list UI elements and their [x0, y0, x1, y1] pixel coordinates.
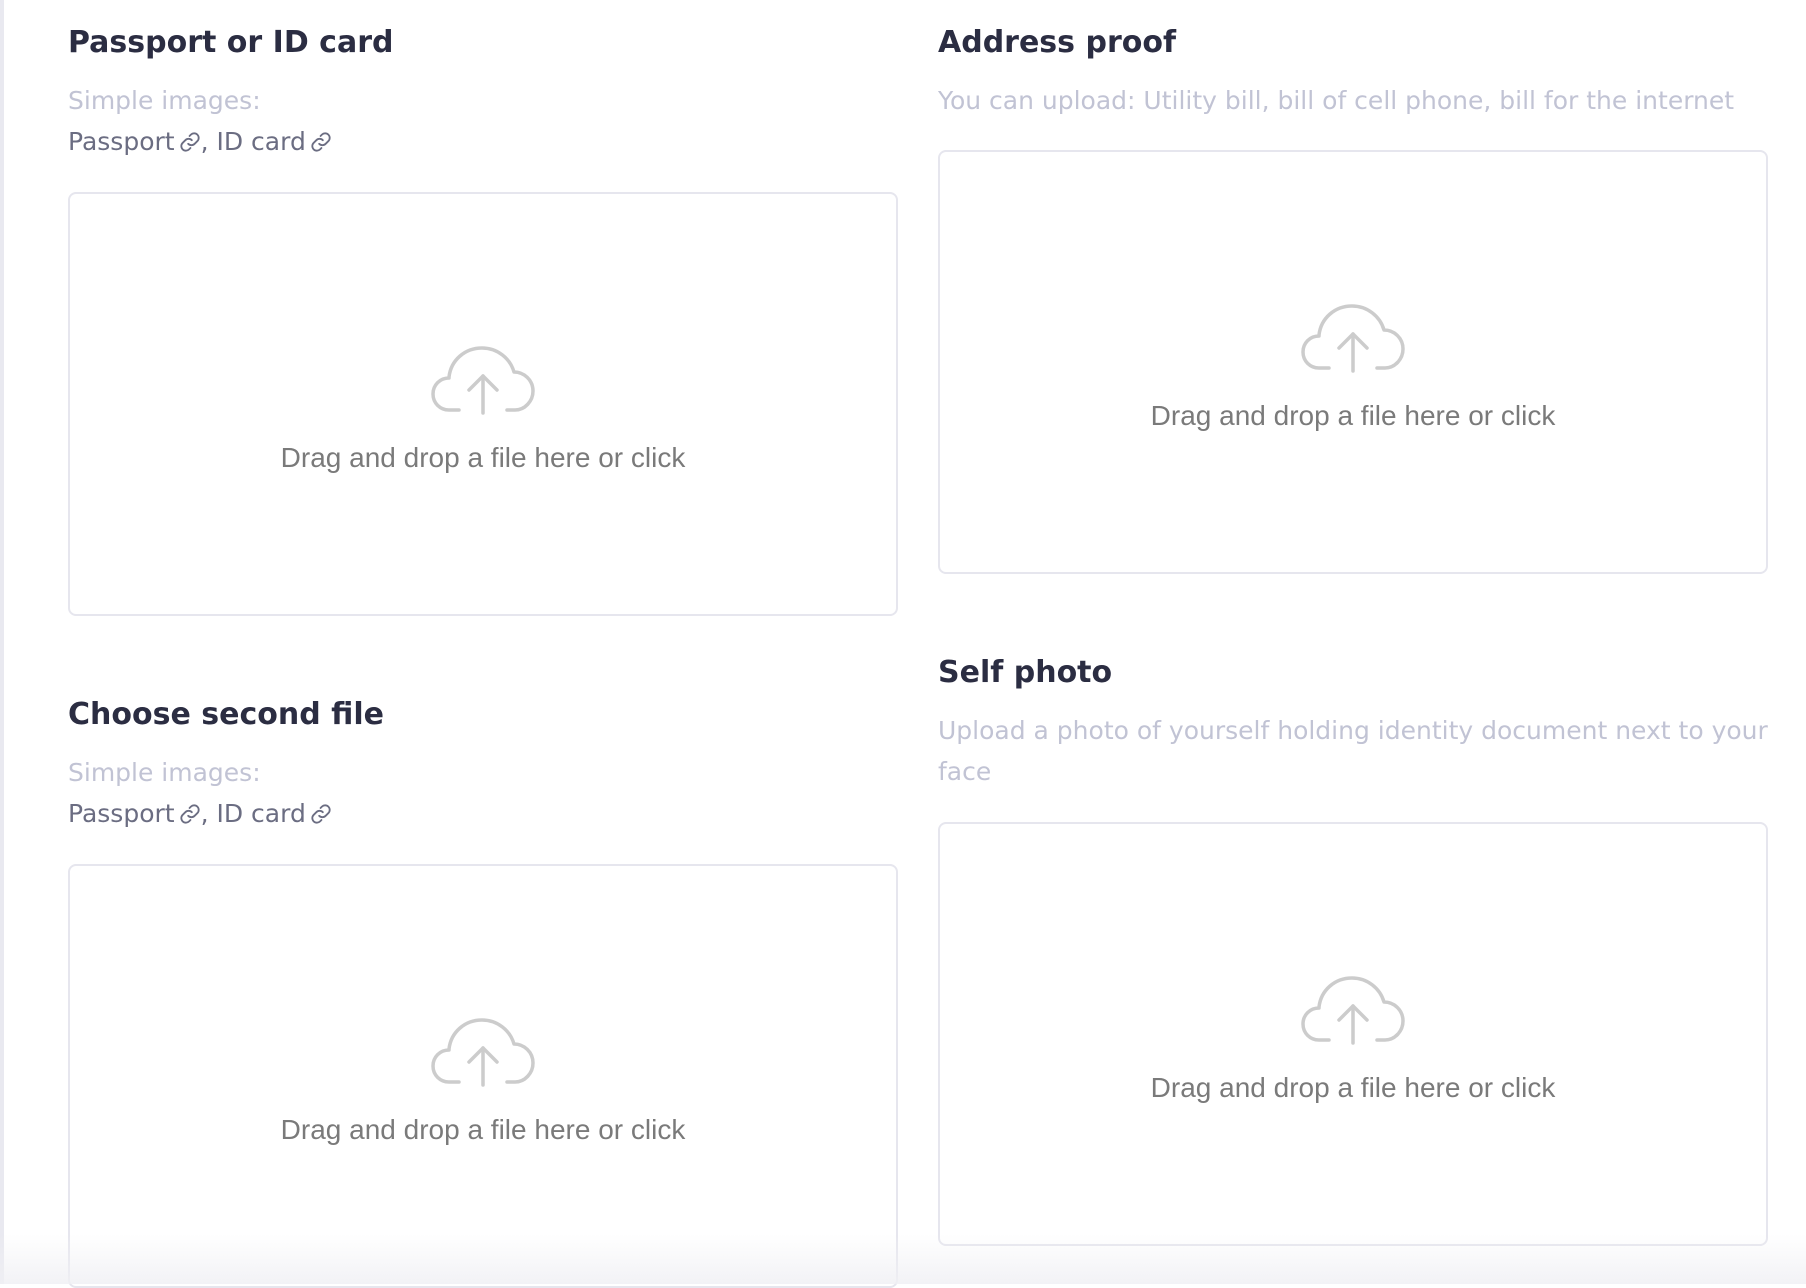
file-dropzone[interactable]: Drag and drop a file here or click [938, 822, 1768, 1246]
dropzone-text: Drag and drop a file here or click [280, 442, 686, 473]
sample-link-label: ID card [216, 799, 306, 828]
dropzone-text: Drag and drop a file here or click [280, 1114, 686, 1145]
link-icon [311, 804, 331, 824]
section-title: Self photo [938, 655, 1113, 690]
sample-link-label: ID card [216, 127, 306, 156]
dropzone-content: Drag and drop a file here or click [940, 302, 1766, 432]
link-icon [179, 804, 200, 824]
sample-link-id-card[interactable]: ID card [216, 127, 331, 156]
file-dropzone[interactable]: Drag and drop a file here or click [68, 864, 898, 1288]
sample-link-passport[interactable]: Passport [68, 127, 201, 156]
link-separator: , [200, 799, 209, 828]
dropzone-content: Drag and drop a file here or click [70, 344, 896, 474]
link-separator: , [200, 127, 209, 156]
section-second-file: Choose second file Simple images: Passpo… [68, 672, 898, 1288]
section-title: Passport or ID card [68, 25, 394, 60]
dropzone-content: Drag and drop a file here or click [70, 1016, 896, 1146]
dropzone-text: Drag and drop a file here or click [1150, 400, 1556, 431]
section-hint: Simple images: [68, 86, 261, 115]
section-address-proof: Address proof You can upload: Utility bi… [938, 0, 1768, 600]
section-passport: Passport or ID card Simple images: Passp… [68, 0, 898, 620]
sample-link-id-card[interactable]: ID card [216, 799, 331, 828]
link-icon [311, 132, 331, 152]
sample-links: Passport, ID card [68, 799, 332, 828]
left-rail [0, 0, 4, 1284]
section-title: Address proof [938, 25, 1177, 60]
cloud-upload-icon [1301, 304, 1405, 373]
sample-links: Passport, ID card [68, 127, 332, 156]
sample-link-label: Passport [68, 127, 175, 156]
section-hint: You can upload: Utility bill, bill of ce… [938, 86, 1735, 115]
section-hint: Upload a photo of yourself holding ident… [938, 716, 1768, 786]
section-self-photo: Self photo Upload a photo of yourself ho… [938, 630, 1768, 1284]
section-hint: Simple images: [68, 758, 261, 787]
sample-link-label: Passport [68, 799, 175, 828]
section-title: Choose second file [68, 697, 384, 732]
file-dropzone[interactable]: Drag and drop a file here or click [68, 192, 898, 616]
sample-link-passport[interactable]: Passport [68, 799, 201, 828]
dropzone-text: Drag and drop a file here or click [1150, 1072, 1556, 1103]
cloud-upload-icon [431, 1018, 535, 1087]
cloud-upload-icon [431, 346, 535, 415]
dropzone-content: Drag and drop a file here or click [940, 974, 1766, 1104]
file-dropzone[interactable]: Drag and drop a file here or click [938, 150, 1768, 574]
cloud-upload-icon [1301, 976, 1405, 1045]
link-icon [179, 132, 200, 152]
